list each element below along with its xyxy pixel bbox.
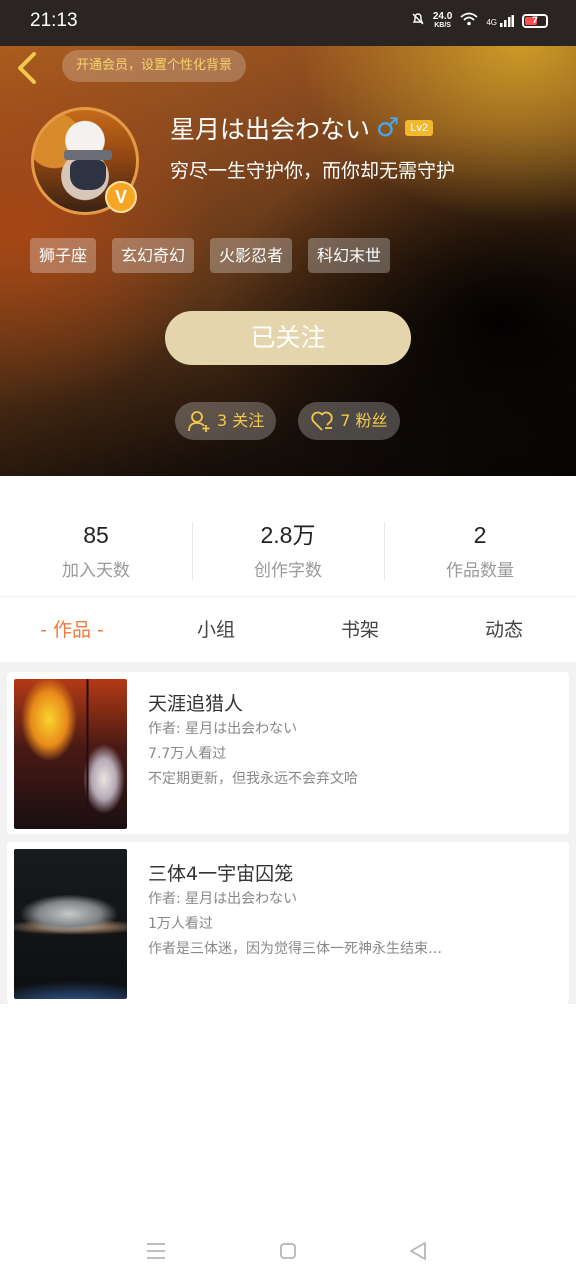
book-author: 作者: 星月は出会わない [148, 721, 298, 737]
book-description: 作者是三体迷，因为觉得三体一死神永生结束… [148, 941, 442, 957]
username: 星月は出会わない [170, 115, 371, 144]
book-card[interactable]: 三体4一宇宙囚笼 作者: 星月は出会わない 1万人看过 作者是三体迷，因为觉得三… [7, 842, 569, 1004]
book-title: 三体4一宇宙囚笼 [148, 863, 294, 885]
fans-button[interactable]: 7 粉丝 [298, 402, 400, 440]
avatar[interactable]: V [31, 107, 139, 215]
tag-item[interactable]: 科幻末世 [308, 238, 391, 273]
home-button[interactable] [276, 1240, 300, 1262]
stat-value: 85 [83, 522, 109, 548]
stat-join-days: 85 加入天数 [0, 520, 192, 582]
back-arrow-icon [18, 52, 36, 84]
stats-row: 85 加入天数 2.8万 创作字数 2 作品数量 [0, 520, 576, 582]
stat-works-count: 2 作品数量 [384, 520, 576, 582]
tab-works[interactable]: - 作品 - [0, 598, 144, 662]
battery-percent: 7 [531, 16, 539, 26]
person-add-icon [188, 411, 210, 432]
username-row: 星月は出会わない ♂ Lv2 [170, 110, 434, 146]
signal-icon: 4G [486, 15, 514, 27]
stat-value: 2.8万 [260, 522, 316, 548]
user-signature: 穷尽一生守护你，而你却无需守护 [170, 160, 456, 182]
network-type: 4G [486, 18, 497, 27]
back-triangle-icon [410, 1242, 426, 1260]
heart-icon [311, 411, 333, 431]
stat-value: 2 [473, 522, 487, 548]
status-bar: 21:13 24.0 KB/S 4G 7 [0, 0, 576, 46]
vip-background-banner[interactable]: 开通会员，设置个性化背景 [62, 50, 247, 82]
book-description: 不定期更新，但我永远不会弃文哈 [148, 771, 358, 787]
following-button[interactable]: 3 关注 [175, 402, 277, 440]
avatar-headband [64, 150, 112, 160]
status-icons: 24.0 KB/S 4G 7 [411, 12, 548, 30]
mute-bell-icon [411, 12, 425, 30]
tag-item[interactable]: 玄幻奇幻 [112, 238, 195, 273]
interest-tags: 狮子座 玄幻奇幻 火影忍者 科幻末世 [30, 238, 391, 273]
stat-label: 加入天数 [62, 561, 130, 581]
tab-groups[interactable]: 小组 [144, 598, 288, 662]
system-navigation-bar [0, 1222, 576, 1280]
home-square-icon [280, 1243, 296, 1259]
book-cover[interactable] [14, 849, 127, 999]
speed-unit: KB/S [434, 22, 451, 29]
speed-value: 24.0 [432, 11, 453, 22]
wifi-icon [460, 12, 478, 30]
tab-activity[interactable]: 动态 [432, 598, 576, 662]
tab-bar: - 作品 - 小组 书架 动态 [0, 598, 576, 662]
avatar-mask [70, 160, 106, 190]
system-back-button[interactable] [406, 1240, 430, 1262]
male-gender-icon: ♂ [376, 113, 400, 143]
verified-badge-icon: V [105, 181, 137, 213]
back-button[interactable] [12, 50, 44, 86]
tab-bookshelf[interactable]: 书架 [288, 598, 432, 662]
stat-label: 创作字数 [254, 561, 322, 581]
profile-page: 21:13 24.0 KB/S 4G 7 开通会员，设置个性化背景 V 星月は出… [0, 0, 576, 1280]
book-card[interactable]: 天涯追猎人 作者: 星月は出会わない 7.7万人看过 不定期更新，但我永远不会弃… [7, 672, 569, 834]
book-author: 作者: 星月は出会わない [148, 891, 298, 907]
book-title: 天涯追猎人 [148, 693, 244, 715]
tag-item[interactable]: 火影忍者 [210, 238, 293, 273]
divider [0, 596, 576, 597]
status-time: 21:13 [30, 10, 78, 31]
book-views: 1万人看过 [148, 916, 213, 932]
battery-icon: 7 [522, 14, 548, 28]
stat-word-count: 2.8万 创作字数 [192, 520, 384, 582]
level-badge: Lv2 [405, 120, 434, 136]
book-cover[interactable] [14, 679, 127, 829]
menu-icon [147, 1243, 165, 1259]
fans-count: 7 粉丝 [340, 411, 388, 430]
network-speed: 24.0 KB/S [433, 12, 452, 30]
menu-button[interactable] [144, 1240, 168, 1262]
follow-button[interactable]: 已关注 [165, 311, 411, 365]
social-counts: 3 关注 7 粉丝 [175, 402, 400, 440]
book-views: 7.7万人看过 [148, 746, 227, 762]
following-count: 3 关注 [217, 411, 265, 430]
tag-item[interactable]: 狮子座 [30, 238, 97, 273]
stat-label: 作品数量 [446, 561, 514, 581]
